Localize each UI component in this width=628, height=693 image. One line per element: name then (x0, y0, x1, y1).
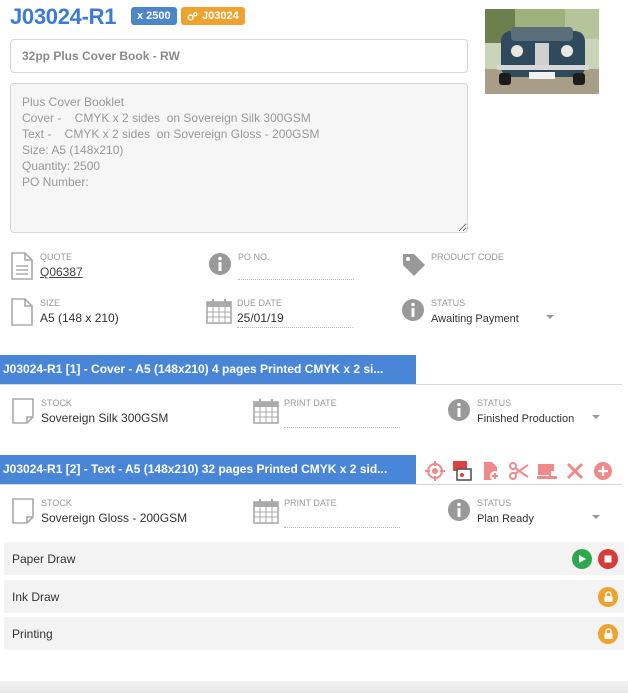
part1-print-date-field[interactable]: PRINT DATE (253, 398, 403, 430)
part1-status-field[interactable]: STATUS Finished Production (447, 398, 607, 430)
task-name: Paper Draw (12, 552, 76, 566)
status-label: STATUS (431, 298, 466, 308)
task-row-paper-draw[interactable]: Paper Draw (4, 542, 624, 575)
due-date-field[interactable]: DUE DATE 25/01/19 (206, 298, 356, 330)
chevron-down-icon[interactable] (592, 515, 600, 519)
calendar-icon (253, 399, 279, 424)
task-name: Ink Draw (12, 590, 60, 604)
po-number-label: PO NO. (238, 252, 270, 262)
status-field[interactable]: STATUS Awaiting Payment (401, 298, 561, 330)
stop-task-button[interactable] (598, 549, 618, 569)
part-divider (0, 484, 622, 485)
calendar-icon (253, 499, 279, 524)
task-row-ink-draw[interactable]: Ink Draw (4, 580, 624, 613)
size-label: SIZE (40, 298, 61, 308)
status-label: STATUS (477, 398, 512, 408)
product-description-textarea[interactable]: Plus Cover Booklet Cover - CMYK x 2 side… (10, 83, 468, 233)
stock-label: STOCK (41, 398, 72, 408)
job-link-badge[interactable]: J03024 (181, 7, 245, 25)
product-name-input[interactable] (10, 39, 468, 73)
scissors-icon[interactable] (508, 460, 530, 482)
add-circle-icon[interactable] (592, 460, 614, 482)
tools-icon[interactable] (564, 460, 586, 482)
po-number-field[interactable]: PO NO. (208, 252, 358, 284)
due-date-underline (237, 327, 353, 328)
due-date-label: DUE DATE (237, 298, 282, 308)
page-icon (11, 298, 33, 326)
locked-task-button[interactable] (598, 624, 618, 644)
stock-label: STOCK (41, 498, 72, 508)
size-field: SIZE A5 (148 x 210) (10, 298, 190, 330)
add-file-icon[interactable] (480, 460, 502, 482)
task-row-printing[interactable]: Printing (4, 617, 624, 650)
play-icon (579, 555, 586, 563)
product-code-field[interactable]: PRODUCT CODE (401, 252, 581, 284)
locked-task-button[interactable] (598, 587, 618, 607)
product-code-label: PRODUCT CODE (431, 252, 504, 262)
gears-icon (187, 11, 198, 21)
sheet-icon (12, 398, 34, 424)
part2-status-field[interactable]: STATUS Plan Ready (447, 498, 607, 530)
sewing-machine-icon[interactable] (536, 460, 558, 482)
part2-stock-field: STOCK Sovereign Gloss - 200GSM (11, 498, 211, 530)
status-select[interactable]: Finished Production (477, 413, 574, 425)
status-select[interactable]: Awaiting Payment (431, 313, 519, 325)
part1-stock-field: STOCK Sovereign Silk 300GSM (11, 398, 211, 430)
status-select[interactable]: Plan Ready (477, 513, 534, 525)
part-header-text[interactable]: J03024-R1 [2] - Text - A5 (148x210) 32 p… (0, 455, 416, 484)
info-icon (448, 499, 470, 521)
chevron-down-icon[interactable] (592, 415, 600, 419)
product-thumbnail[interactable] (485, 9, 599, 94)
document-icon (11, 252, 33, 280)
part-divider (0, 384, 622, 385)
part-toolbar (424, 459, 614, 483)
lock-icon (604, 628, 612, 639)
info-icon (448, 399, 470, 421)
stock-value: Sovereign Silk 300GSM (41, 411, 169, 425)
due-date-value[interactable]: 25/01/19 (237, 311, 284, 325)
print-date-label: PRINT DATE (284, 498, 337, 508)
part-header-cover[interactable]: J03024-R1 [1] - Cover - A5 (148x210) 4 p… (0, 355, 416, 384)
sheet-icon (12, 498, 34, 524)
quote-link[interactable]: Q06387 (40, 265, 83, 279)
task-name: Printing (12, 627, 53, 641)
job-badge-label: J03024 (202, 10, 239, 22)
print-date-label: PRINT DATE (284, 398, 337, 408)
start-task-button[interactable] (572, 549, 592, 569)
po-number-input-line[interactable] (238, 279, 354, 280)
size-value: A5 (148 x 210) (40, 311, 119, 325)
lock-icon (604, 591, 612, 602)
print-date-input-line[interactable] (284, 427, 400, 428)
footer-edge (0, 681, 628, 693)
status-label: STATUS (477, 498, 512, 508)
stop-icon (604, 555, 612, 563)
quote-label: QUOTE (40, 252, 73, 262)
chevron-down-icon[interactable] (546, 315, 554, 319)
part2-print-date-field[interactable]: PRINT DATE (253, 498, 403, 530)
stock-value: Sovereign Gloss - 200GSM (41, 511, 188, 525)
print-plan-icon[interactable] (452, 460, 474, 482)
info-icon (402, 299, 424, 321)
job-title: J03024-R1 (10, 4, 117, 29)
quantity-badge: x 2500 (131, 7, 177, 25)
quote-field: QUOTE Q06387 (10, 252, 190, 284)
print-date-input-line[interactable] (284, 527, 400, 528)
calendar-icon (206, 299, 232, 324)
target-icon[interactable] (424, 460, 446, 482)
tag-icon (403, 254, 425, 276)
info-icon (209, 253, 231, 275)
